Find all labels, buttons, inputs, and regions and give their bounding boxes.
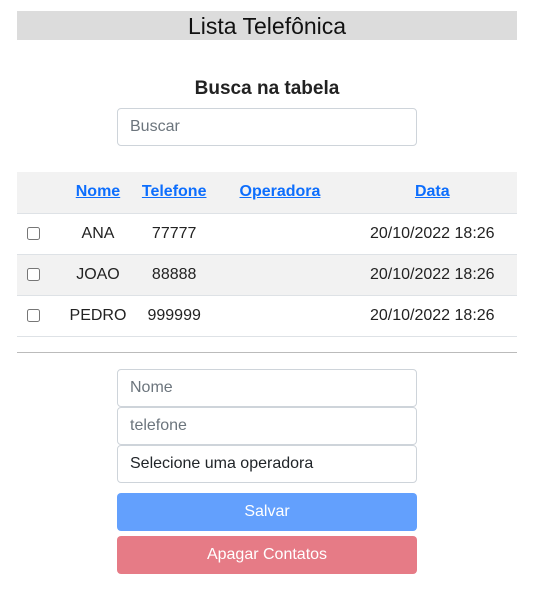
cell-telefone: 88888 <box>135 254 213 296</box>
save-button[interactable]: Salvar <box>117 493 417 531</box>
header-operadora: Operadora <box>212 172 348 214</box>
row-select-cell <box>17 213 60 255</box>
table-row: PEDRO 999999 20/10/2022 18:26 <box>17 295 517 337</box>
row-select-cell <box>17 254 60 296</box>
header-telefone: Telefone <box>135 172 213 214</box>
cell-nome: ANA <box>59 213 136 255</box>
contacts-table: Nome Telefone Operadora Data ANA 77777 2… <box>17 172 517 337</box>
sort-telefone-link[interactable]: Telefone <box>142 183 207 200</box>
search-input[interactable] <box>117 108 417 146</box>
row-select-cell <box>17 295 60 337</box>
cell-nome: JOAO <box>59 254 136 296</box>
sort-data-link[interactable]: Data <box>415 183 450 200</box>
sort-operadora-link[interactable]: Operadora <box>240 183 321 200</box>
cell-telefone: 77777 <box>135 213 213 255</box>
cell-data: 20/10/2022 18:26 <box>347 295 517 337</box>
phone-field[interactable] <box>117 407 417 445</box>
header-checkbox-column <box>17 172 60 214</box>
header-data: Data <box>347 172 517 214</box>
search-heading: Busca na tabela <box>194 78 340 99</box>
name-field[interactable] <box>117 369 417 407</box>
page-title: Lista Telefônica <box>17 11 517 40</box>
divider <box>17 352 517 353</box>
cell-operadora <box>212 295 348 337</box>
cell-nome: PEDRO <box>59 295 136 337</box>
row-checkbox[interactable] <box>27 267 40 281</box>
row-checkbox[interactable] <box>27 226 40 240</box>
table-header-row: Nome Telefone Operadora Data <box>17 172 517 214</box>
cell-operadora <box>212 254 348 296</box>
operator-select[interactable]: Selecione uma operadora <box>117 445 417 483</box>
cell-telefone: 999999 <box>135 295 213 337</box>
row-checkbox[interactable] <box>27 308 40 322</box>
table-row: JOAO 88888 20/10/2022 18:26 <box>17 254 517 296</box>
cell-data: 20/10/2022 18:26 <box>347 213 517 255</box>
header-nome: Nome <box>59 172 136 214</box>
cell-data: 20/10/2022 18:26 <box>347 254 517 296</box>
table-row: ANA 77777 20/10/2022 18:26 <box>17 213 517 255</box>
sort-nome-link[interactable]: Nome <box>76 183 120 200</box>
cell-operadora <box>212 213 348 255</box>
delete-contacts-button[interactable]: Apagar Contatos <box>117 536 417 574</box>
